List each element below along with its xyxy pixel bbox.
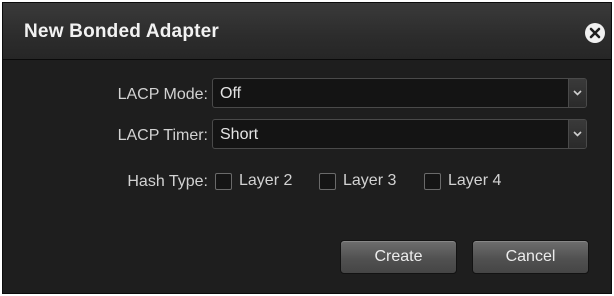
layer3-label: Layer 3	[343, 172, 397, 189]
layer4-checkbox[interactable]	[424, 172, 441, 190]
hash-type-layer2[interactable]: Layer 2	[215, 172, 292, 190]
lacp-timer-value: Short	[220, 126, 259, 143]
close-icon[interactable]	[585, 23, 605, 43]
layer2-checkbox[interactable]	[215, 172, 232, 190]
lacp-mode-select[interactable]: Off	[212, 78, 587, 108]
create-button[interactable]: Create	[340, 240, 457, 274]
layer3-checkbox[interactable]	[319, 172, 336, 190]
chevron-down-icon[interactable]	[568, 79, 586, 107]
hash-type-layer4[interactable]: Layer 4	[424, 172, 501, 190]
lacp-timer-select[interactable]: Short	[212, 119, 587, 149]
cancel-button[interactable]: Cancel	[472, 240, 589, 274]
chevron-down-icon[interactable]	[568, 120, 586, 148]
layer2-label: Layer 2	[239, 172, 293, 189]
lacp-timer-label: LACP Timer:	[117, 127, 208, 144]
hash-type-label: Hash Type:	[127, 173, 208, 190]
hash-type-layer3[interactable]: Layer 3	[319, 172, 396, 190]
dialog-titlebar: New Bonded Adapter	[3, 3, 611, 60]
layer4-label: Layer 4	[448, 172, 502, 189]
lacp-mode-value: Off	[220, 85, 242, 102]
lacp-mode-label: LACP Mode:	[117, 86, 208, 103]
new-bonded-adapter-dialog: New Bonded Adapter LACP Mode: Off LACP T…	[2, 2, 612, 294]
dialog-title: New Bonded Adapter	[24, 21, 220, 42]
